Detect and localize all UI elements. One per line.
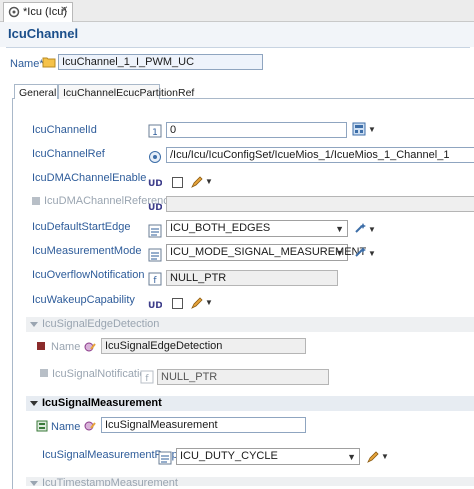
function-icon: f bbox=[140, 370, 154, 384]
name-label: Name* bbox=[10, 58, 44, 70]
chevron-down-icon[interactable]: ▼ bbox=[205, 177, 213, 186]
icudmachannelreference-field bbox=[166, 196, 474, 212]
enum-icon bbox=[148, 248, 162, 262]
pencil-icon[interactable] bbox=[366, 450, 380, 464]
icusignalmeasurement-header-label: IcuSignalMeasurement bbox=[42, 397, 162, 409]
chevron-down-icon[interactable]: ▼ bbox=[381, 452, 389, 461]
disabled-marker-icon bbox=[32, 197, 40, 205]
name-field[interactable]: IcuChannel_1_I_PWM_UC bbox=[58, 54, 263, 70]
wand-icon[interactable] bbox=[353, 221, 367, 235]
icutimestampmeasurement-header-label: IcuTimestampMeasurement bbox=[42, 477, 178, 486]
icusignalmeasurementproperty-value: ICU_DUTY_CYCLE bbox=[180, 450, 278, 462]
enum-icon bbox=[158, 451, 172, 465]
enum-icon bbox=[148, 224, 162, 238]
number-icon: 1 bbox=[148, 124, 162, 138]
reference-icon bbox=[149, 151, 161, 163]
icusignalnotification-field: NULL_PTR bbox=[157, 369, 329, 385]
chevron-down-icon[interactable]: ▼ bbox=[335, 248, 344, 258]
collapse-icon[interactable] bbox=[30, 321, 38, 327]
wand-icon[interactable] bbox=[353, 245, 367, 259]
chevron-down-icon[interactable]: ▼ bbox=[335, 224, 344, 234]
page-title: IcuChannel bbox=[8, 26, 79, 41]
measurement-name-label: Name bbox=[51, 421, 81, 433]
tab-general[interactable]: General bbox=[14, 84, 58, 100]
icusignalmeasurement-section-header[interactable]: IcuSignalMeasurement bbox=[26, 396, 474, 411]
icudefaultstartedge-label: IcuDefaultStartEdge bbox=[32, 221, 131, 233]
icuoverflownotification-label: IcuOverflowNotification bbox=[32, 269, 145, 281]
header-divider bbox=[6, 47, 470, 48]
edge-name-label: Name bbox=[51, 341, 81, 353]
icudmachannelenable-checkbox[interactable] bbox=[172, 177, 183, 188]
edit-name-icon bbox=[84, 421, 96, 431]
svg-text:1: 1 bbox=[152, 128, 158, 138]
icusignalmeasurementproperty-label: IcuSignalMeasurementProperty bbox=[42, 449, 197, 461]
icusignaledgedetection-header-label: IcuSignalEdgeDetection bbox=[42, 318, 160, 330]
collapse-icon[interactable] bbox=[30, 480, 38, 486]
pencil-icon[interactable] bbox=[190, 175, 204, 189]
icusignalnotification-label: IcuSignalNotification bbox=[52, 368, 152, 380]
edge-name-field: IcuSignalEdgeDetection bbox=[101, 338, 306, 354]
editor-tab-icu[interactable]: *Icu (Icu) ✕ bbox=[3, 2, 73, 22]
default-value-icon: UD bbox=[148, 301, 162, 311]
chevron-down-icon[interactable]: ▼ bbox=[347, 452, 356, 462]
calculator-icon[interactable] bbox=[352, 122, 366, 136]
default-value-icon: UD bbox=[148, 203, 162, 213]
icuwakeupcapability-checkbox[interactable] bbox=[172, 298, 183, 309]
icuwakeupcapability-label: IcuWakeupCapability bbox=[32, 294, 135, 306]
function-icon: f bbox=[148, 272, 162, 286]
icuoverflownotification-field[interactable]: NULL_PTR bbox=[166, 270, 338, 286]
tab-icuchannelecucpartitionref[interactable]: IcuChannelEcucPartitionRef bbox=[58, 84, 194, 100]
icuchannelid-label: IcuChannelId bbox=[32, 124, 97, 136]
chevron-down-icon[interactable]: ▼ bbox=[368, 249, 376, 258]
icumeasurementmode-label: IcuMeasurementMode bbox=[32, 245, 142, 257]
svg-text:UD: UD bbox=[148, 179, 162, 189]
icumeasurementmode-select[interactable]: ICU_MODE_SIGNAL_MEASUREMENT ▼ bbox=[166, 244, 366, 261]
container-marker-icon bbox=[37, 342, 45, 350]
close-icon[interactable]: ✕ bbox=[60, 5, 68, 16]
icuchannelref-label: IcuChannelRef bbox=[32, 148, 105, 160]
icuchannelid-field[interactable]: 0 bbox=[166, 122, 347, 138]
icutimestampmeasurement-section-header[interactable]: IcuTimestampMeasurement bbox=[26, 477, 474, 486]
default-value-icon: UD bbox=[148, 179, 162, 189]
svg-text:UD: UD bbox=[148, 203, 162, 213]
icudefaultstartedge-select[interactable]: ICU_BOTH_EDGES ▼ bbox=[166, 220, 348, 237]
icusignalmeasurementproperty-select[interactable]: ICU_DUTY_CYCLE ▼ bbox=[176, 448, 360, 465]
collapse-icon[interactable] bbox=[30, 400, 38, 406]
icuchannelref-field[interactable]: /Icu/Icu/IcuConfigSet/IcueMios_1/IcueMio… bbox=[166, 147, 474, 163]
container-icon bbox=[36, 420, 48, 432]
measurement-name-field[interactable]: IcuSignalMeasurement bbox=[101, 417, 306, 433]
module-icon bbox=[8, 6, 20, 18]
chevron-down-icon[interactable]: ▼ bbox=[368, 125, 376, 134]
svg-text:UD: UD bbox=[148, 301, 162, 311]
edit-name-icon bbox=[84, 342, 96, 352]
pencil-icon[interactable] bbox=[190, 296, 204, 310]
icudmachannelenable-label: IcuDMAChannelEnable bbox=[32, 172, 147, 184]
chevron-down-icon[interactable]: ▼ bbox=[205, 298, 213, 307]
icudefaultstartedge-value: ICU_BOTH_EDGES bbox=[170, 222, 271, 234]
folder-icon bbox=[42, 57, 56, 68]
icusignaledgedetection-section-header[interactable]: IcuSignalEdgeDetection bbox=[26, 317, 474, 332]
disabled-marker-icon bbox=[40, 369, 48, 377]
chevron-down-icon[interactable]: ▼ bbox=[368, 225, 376, 234]
